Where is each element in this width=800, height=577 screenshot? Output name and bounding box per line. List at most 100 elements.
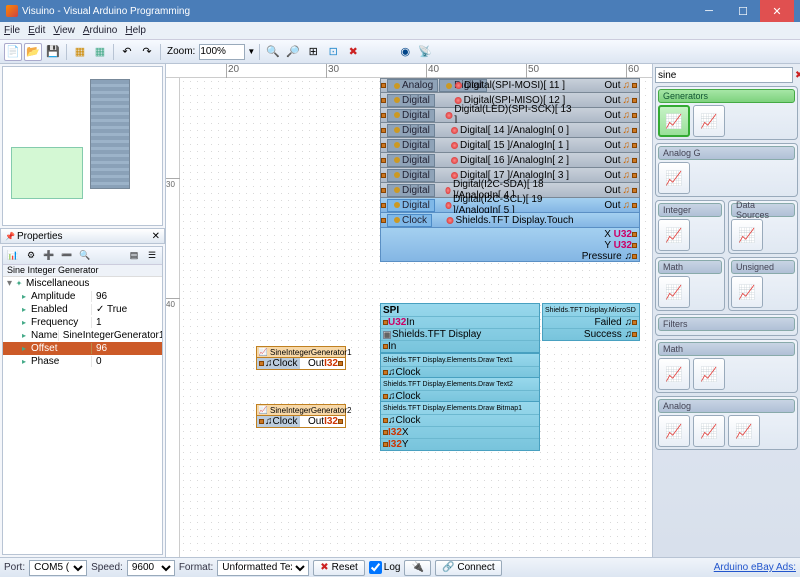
palette-item[interactable]: 📈	[728, 415, 760, 447]
microsd-success[interactable]: Success ♫	[543, 328, 639, 340]
palette-item[interactable]: 📈	[693, 358, 725, 390]
prop-categorize-icon[interactable]: 📊	[5, 249, 21, 263]
prop-expand-icon[interactable]: ➕	[41, 249, 57, 263]
upload-button[interactable]: 📡	[416, 43, 434, 61]
gen1-clock-pin[interactable]: ♫Clock	[257, 358, 300, 369]
format-combo[interactable]: Unformatted Text	[217, 560, 309, 576]
palette-item[interactable]: 📈	[658, 162, 690, 194]
touch-y[interactable]: Y U32	[604, 240, 637, 251]
speed-combo[interactable]: 9600	[127, 560, 175, 576]
board-pin-8[interactable]: Digital	[387, 199, 435, 212]
board-out-0[interactable]: Out♫	[604, 80, 639, 91]
undo-button[interactable]: ↶	[118, 43, 136, 61]
spi-shield[interactable]: SPI U32In ▦Shields.TFT Display In	[380, 303, 540, 353]
spi-in[interactable]: U32In	[381, 316, 539, 328]
board-pin-0[interactable]: Analog	[387, 79, 438, 92]
save-button[interactable]: 💾	[44, 43, 62, 61]
zoom-sel-button[interactable]: ⊡	[324, 43, 342, 61]
draw-clock-2[interactable]: ♫Clock	[381, 414, 539, 426]
board-pin-7[interactable]: Digital	[387, 184, 435, 197]
close-button[interactable]: ✕	[760, 0, 794, 22]
palette-search-input[interactable]	[655, 67, 793, 83]
prop-row-name[interactable]: ▸NameSineIntegerGenerator1	[3, 329, 162, 342]
prop-row-amplitude[interactable]: ▸Amplitude96	[3, 290, 162, 303]
prop-row-offset[interactable]: ▸Offset96	[3, 342, 162, 355]
palette-item[interactable]: 📈	[731, 276, 763, 308]
palette-item[interactable]: 📈	[658, 219, 690, 251]
board-out-5[interactable]: Out♫	[604, 155, 639, 166]
maximize-button[interactable]: ☐	[726, 0, 760, 22]
draw-element-2[interactable]: Shields.TFT Display.Elements.Draw Bitmap…	[380, 401, 540, 451]
delete-button[interactable]: ✖	[344, 43, 362, 61]
draw-element-1[interactable]: Shields.TFT Display.Elements.Draw Text2 …	[380, 377, 540, 403]
prop-search-icon[interactable]: 🔍	[77, 249, 93, 263]
palette-item[interactable]: 📈	[658, 415, 690, 447]
board-out-2[interactable]: Out♫	[604, 110, 639, 121]
menu-edit[interactable]: Edit	[28, 25, 45, 36]
zoom-combo[interactable]	[199, 44, 245, 60]
log-checkbox[interactable]: Log	[369, 561, 401, 574]
touch-x[interactable]: X U32	[604, 229, 637, 240]
draw-y[interactable]: I32Y	[381, 438, 539, 450]
palette-item[interactable]: 📈	[658, 276, 690, 308]
board-out-4[interactable]: Out♫	[604, 140, 639, 151]
search-clear-icon[interactable]: ✖	[795, 67, 800, 83]
menu-file[interactable]: File	[4, 25, 20, 36]
connect-button[interactable]: 🔗Connect	[435, 560, 502, 576]
microsd-failed[interactable]: Failed ♫	[543, 316, 639, 328]
zoom-dropdown-icon[interactable]: ▼	[247, 47, 255, 56]
view2-button[interactable]: ▦	[91, 43, 109, 61]
palette-group-head[interactable]: Data Sources	[731, 203, 795, 217]
board-pin-5[interactable]: Digital	[387, 154, 435, 167]
palette-group-head[interactable]: Filters	[658, 317, 795, 331]
prop-extra-icon[interactable]: ▤	[126, 249, 142, 263]
board-out-1[interactable]: Out♫	[604, 95, 639, 106]
gen2-block[interactable]: 📈SineIntegerGenerator2 ♫ClockOutI32	[256, 404, 346, 428]
gen2-out-pin[interactable]: OutI32	[306, 416, 345, 427]
open-button[interactable]: 📂	[24, 43, 42, 61]
prop-collapse-icon[interactable]: ➖	[59, 249, 75, 263]
canvas[interactable]: 📈SineIntegerGenerator1 ♫ClockOutI32 📈Sin…	[180, 78, 652, 557]
ads-link[interactable]: Arduino eBay Ads:	[714, 562, 796, 573]
board-out-3[interactable]: Out♫	[604, 125, 639, 136]
palette-group-head[interactable]: Math	[658, 342, 795, 356]
menu-view[interactable]: View	[53, 25, 75, 36]
palette-group-head[interactable]: Analog G	[658, 146, 795, 160]
palette-item[interactable]: 📈	[658, 105, 690, 137]
properties-close-icon[interactable]: ✕	[152, 231, 160, 242]
prop-row-frequency[interactable]: ▸Frequency1	[3, 316, 162, 329]
prop-alpha-icon[interactable]: ⚙	[23, 249, 39, 263]
prop-group[interactable]: ▾✦Miscellaneous	[3, 277, 162, 290]
palette-item[interactable]: 📈	[693, 415, 725, 447]
palette-group-head[interactable]: Analog	[658, 399, 795, 413]
target-button[interactable]: ◉	[396, 43, 414, 61]
palette-group-head[interactable]: Unsigned	[731, 260, 795, 274]
palette-group-head[interactable]: Generators	[658, 89, 795, 103]
prop-row-enabled[interactable]: ▸Enabled✓ True	[3, 303, 162, 316]
zoom-in-button[interactable]: 🔍	[264, 43, 282, 61]
gen2-clock-pin[interactable]: ♫Clock	[257, 416, 300, 427]
arduino-board[interactable]: AnalogDigital Digital(SPI-MOSI)[ 11 ] Ou…	[380, 78, 640, 262]
overview-panel[interactable]	[2, 66, 163, 226]
prop-row-phase[interactable]: ▸Phase0	[3, 355, 162, 368]
disconnect-button[interactable]: 🔌	[404, 560, 430, 576]
zoom-fit-button[interactable]: ⊞	[304, 43, 322, 61]
minimize-button[interactable]: ─	[692, 0, 726, 22]
board-pin-1[interactable]: Digital	[387, 94, 435, 107]
draw-x[interactable]: I32X	[381, 426, 539, 438]
board-pin-6[interactable]: Digital	[387, 169, 435, 182]
microsd-shield[interactable]: Shields.TFT Display.MicroSD Failed ♫ Suc…	[542, 303, 640, 341]
zoom-out-button[interactable]: 🔎	[284, 43, 302, 61]
palette-item[interactable]: 📈	[658, 358, 690, 390]
pin-icon[interactable]: 📌	[5, 232, 15, 241]
palette-item[interactable]: 📈	[693, 105, 725, 137]
menu-help[interactable]: Help	[125, 25, 146, 36]
board-pin-2[interactable]: Digital	[387, 109, 435, 122]
gen1-block[interactable]: 📈SineIntegerGenerator1 ♫ClockOutI32	[256, 346, 346, 370]
board-out-7[interactable]: Out♫	[604, 185, 639, 196]
reset-button[interactable]: ✖Reset	[313, 560, 365, 576]
draw-element-0[interactable]: Shields.TFT Display.Elements.Draw Text1 …	[380, 353, 540, 379]
touch-pressure[interactable]: Pressure ♫	[582, 251, 637, 262]
board-pin-9[interactable]: Clock	[387, 214, 432, 227]
board-out-6[interactable]: Out♫	[604, 170, 639, 181]
